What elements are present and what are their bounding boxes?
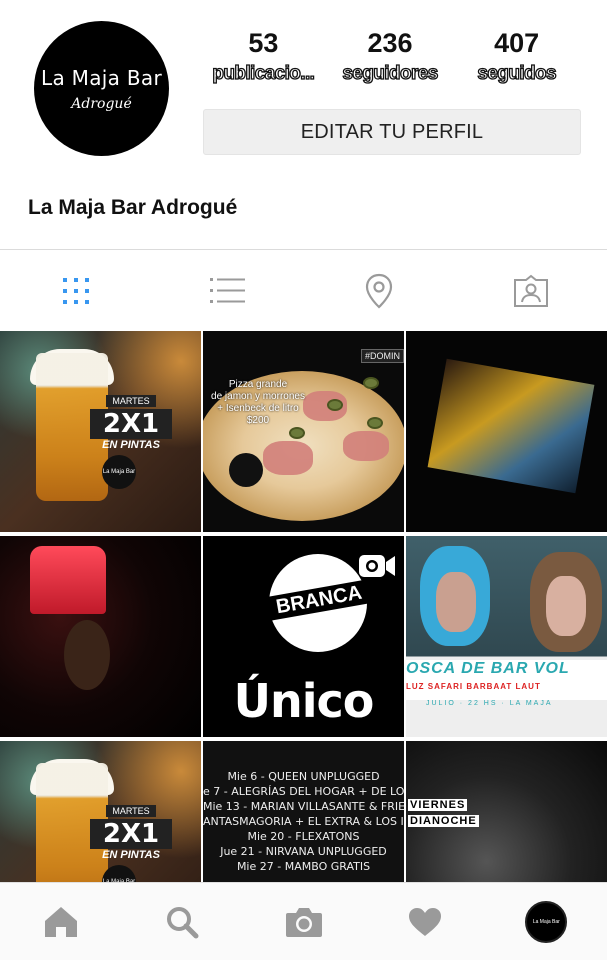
header-divider bbox=[0, 249, 607, 250]
pizza-olive bbox=[289, 427, 305, 439]
post-tile-drag-show[interactable]: OSCA DE BAR VOL LUZ SAFARI BARBAAT LAUT … bbox=[406, 536, 607, 737]
pizza-topping bbox=[263, 441, 313, 475]
avatar-brand-text: La Maja Bar bbox=[41, 65, 162, 90]
pizza-olive bbox=[363, 377, 379, 389]
bar-logo: La Maja Bar bbox=[102, 455, 136, 489]
video-camera-icon bbox=[359, 555, 395, 577]
hashtag-label: #DOMIN bbox=[360, 349, 404, 363]
promo-offer-sub: EN PINTAS bbox=[102, 439, 160, 451]
nav-home[interactable] bbox=[0, 905, 121, 939]
pizza-line-3: + Isenbeck de litro bbox=[217, 403, 299, 414]
stat-followers-count: 236 bbox=[367, 28, 413, 58]
camera-icon bbox=[285, 907, 322, 937]
lineup-item: Jue 21 - NIRVANA UNPLUGGED bbox=[220, 845, 387, 858]
tagged-photos-icon bbox=[514, 274, 549, 307]
post-tile-pizza[interactable]: #DOMIN Pizza grande de jamon y morrones … bbox=[203, 331, 404, 532]
post-tile-dj[interactable] bbox=[406, 331, 607, 532]
promo-day: MARTES bbox=[106, 805, 156, 817]
bar-logo bbox=[229, 453, 263, 487]
dianoche-label: DIANOCHE bbox=[408, 815, 479, 827]
post-tile-viernes[interactable]: VIERNES DIANOCHE bbox=[406, 741, 607, 883]
heart-icon bbox=[408, 907, 441, 936]
profile-avatar-small-text: La Maja Bar bbox=[532, 918, 560, 925]
event-lineup: LUZ SAFARI BARBAAT LAUT bbox=[406, 682, 541, 691]
search-icon bbox=[167, 906, 199, 938]
lineup-list: Mie 6 - QUEEN UNPLUGGED e 7 - ALEGRÍAS D… bbox=[203, 769, 404, 874]
bottom-navigation: La Maja Bar bbox=[0, 882, 607, 960]
promo-offer: 2X1 bbox=[90, 409, 172, 439]
viernes-label: VIERNES bbox=[408, 799, 468, 811]
profile-stats: 53 publicacio... 236 seguidores 407 segu… bbox=[200, 26, 580, 88]
stat-followers-label: seguidores bbox=[342, 62, 439, 84]
pizza-price: $200 bbox=[246, 415, 270, 426]
event-title: OSCA DE BAR VOL bbox=[406, 660, 570, 677]
nav-profile[interactable]: La Maja Bar bbox=[486, 900, 607, 943]
list-icon bbox=[209, 278, 245, 303]
post-tile-beer-promo[interactable]: MARTES 2X1 EN PINTAS La Maja Bar bbox=[0, 331, 201, 532]
event-date: JULIO · 22 HS · LA MAJA bbox=[426, 700, 553, 707]
profile-view-tabs bbox=[0, 251, 607, 331]
promo-label: MARTES 2X1 EN PINTAS bbox=[90, 801, 172, 861]
performer-1-face bbox=[436, 572, 476, 632]
pizza-olive bbox=[327, 399, 343, 411]
avatar-brand-subtext: Adrogué bbox=[71, 95, 132, 112]
stat-followers[interactable]: 236 seguidores bbox=[327, 26, 454, 88]
dj-photo bbox=[427, 358, 595, 494]
stat-posts-label: publicacio... bbox=[212, 62, 316, 84]
post-tile-beer-promo-2[interactable]: MARTES 2X1 EN PINTAS La Maja Bar bbox=[0, 741, 201, 883]
stat-posts-count: 53 bbox=[248, 28, 279, 58]
stat-following-label: seguidos bbox=[477, 62, 558, 84]
pizza-topping bbox=[343, 431, 389, 461]
nav-search[interactable] bbox=[121, 905, 242, 939]
post-tile-lineup[interactable]: Mie 6 - QUEEN UNPLUGGED e 7 - ALEGRÍAS D… bbox=[203, 741, 404, 883]
pizza-olive bbox=[367, 417, 383, 429]
stat-following[interactable]: 407 seguidos bbox=[453, 26, 580, 88]
pizza-promo-text: Pizza grande de jamon y morrones + Isenb… bbox=[203, 379, 313, 427]
posts-grid: MARTES 2X1 EN PINTAS La Maja Bar #DOMIN … bbox=[0, 331, 607, 883]
stat-following-count: 407 bbox=[494, 28, 540, 58]
red-lamp bbox=[30, 546, 106, 614]
home-icon bbox=[44, 906, 77, 937]
post-tile-lamp[interactable] bbox=[0, 536, 201, 737]
tab-list[interactable] bbox=[152, 251, 304, 331]
location-pin-icon bbox=[366, 273, 393, 309]
branca-headline: Único bbox=[233, 674, 375, 728]
nav-activity[interactable] bbox=[364, 906, 485, 938]
pizza-line-1: Pizza grande bbox=[228, 379, 288, 390]
grid-icon bbox=[62, 278, 89, 304]
stat-posts[interactable]: 53 publicacio... bbox=[200, 26, 327, 88]
tab-tagged[interactable] bbox=[455, 251, 607, 331]
post-tile-branca-video[interactable]: BRANCA Único bbox=[203, 536, 404, 737]
lineup-item: Mie 13 - MARIAN VILLASANTE & FRIEND bbox=[203, 800, 404, 813]
lineup-item: ANTASMAGORIA + EL EXTRA & LOS IM bbox=[203, 815, 404, 828]
tab-locations[interactable] bbox=[304, 251, 456, 331]
profile-avatar[interactable]: La Maja Bar Adrogué bbox=[34, 21, 169, 156]
lineup-item: Mie 20 - FLEXATONS bbox=[247, 830, 360, 843]
lineup-item: e 7 - ALEGRÍAS DEL HOGAR + DE LOC bbox=[203, 785, 404, 798]
nav-camera[interactable] bbox=[243, 905, 364, 939]
lineup-item: Mie 27 - MAMBO GRATIS bbox=[236, 860, 371, 873]
promo-offer: 2X1 bbox=[90, 819, 172, 849]
performer-2-face bbox=[546, 576, 586, 636]
promo-day: MARTES bbox=[106, 395, 156, 407]
edit-profile-button[interactable]: EDITAR TU PERFIL bbox=[203, 109, 581, 155]
profile-name: La Maja Bar Adrogué bbox=[28, 196, 238, 219]
pizza-line-2: de jamon y morrones bbox=[211, 391, 305, 402]
tab-grid[interactable] bbox=[0, 251, 152, 331]
promo-offer-sub: EN PINTAS bbox=[102, 849, 160, 861]
profile-avatar-small: La Maja Bar bbox=[525, 900, 568, 943]
promo-label: MARTES 2X1 EN PINTAS bbox=[90, 391, 172, 451]
lineup-item: Mie 6 - QUEEN UNPLUGGED bbox=[227, 770, 380, 783]
person-silhouette bbox=[64, 620, 110, 690]
